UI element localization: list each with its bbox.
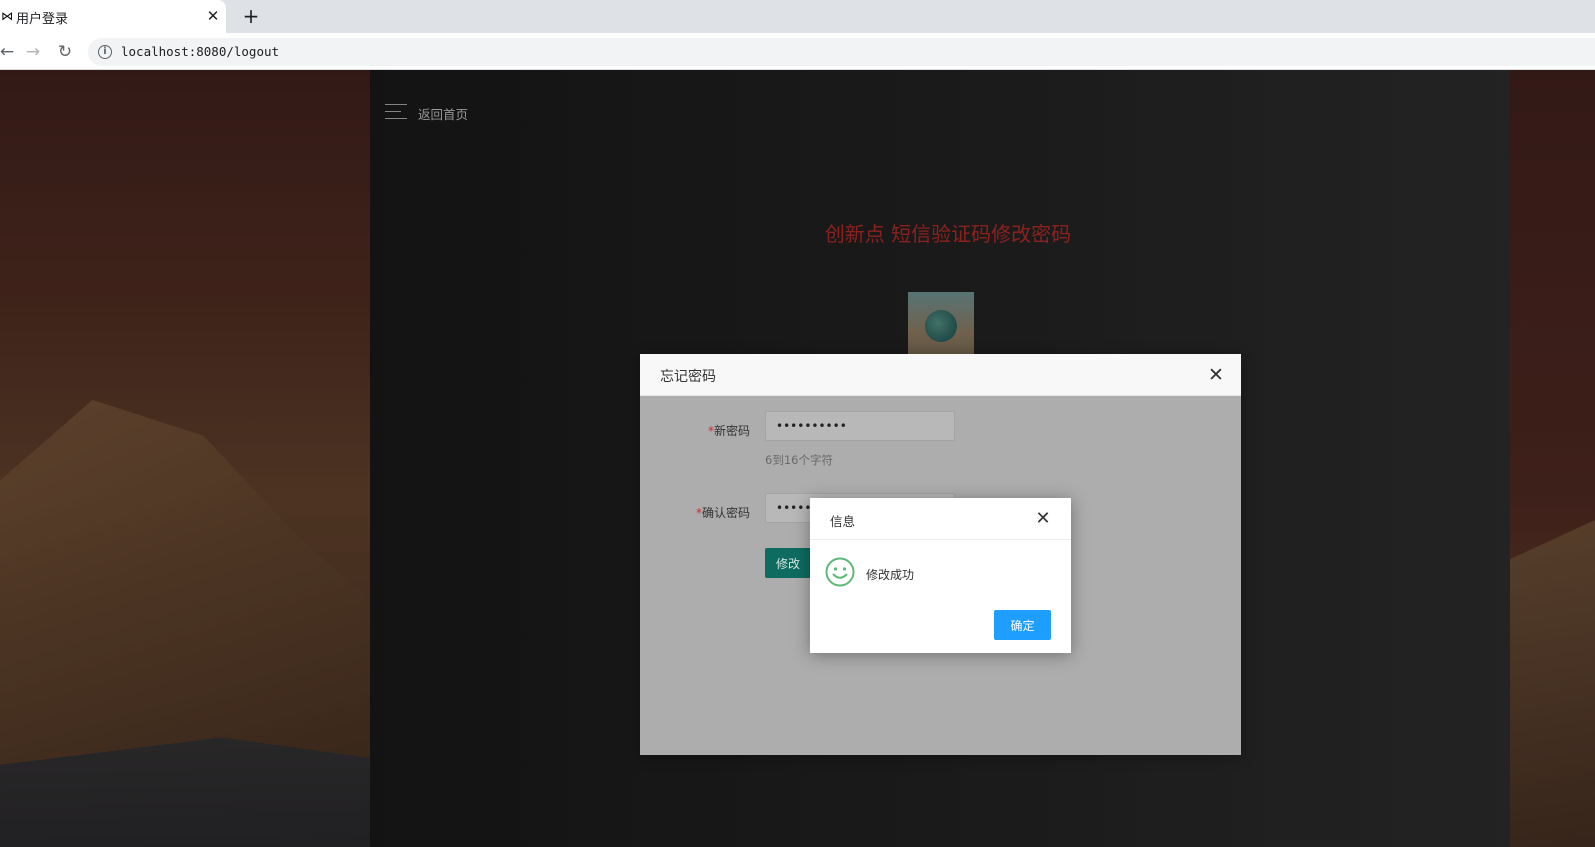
confirm-password-label: *确认密码 — [640, 504, 750, 521]
url-text[interactable]: localhost:8080/logout — [121, 44, 279, 59]
dialog-title: 忘记密码 — [660, 369, 716, 385]
forward-icon[interactable]: → — [22, 41, 44, 63]
browser-tab[interactable]: ⋈ 用户登录 ✕ — [0, 0, 226, 33]
browser-tab-bar: ⋈ 用户登录 ✕ + — [0, 0, 1595, 33]
tab-close-icon[interactable]: ✕ — [204, 7, 222, 25]
close-icon[interactable]: ✕ — [1205, 364, 1227, 386]
smile-icon — [825, 557, 855, 587]
confirm-password-label-text: 确认密码 — [701, 506, 750, 520]
modify-button[interactable]: 修改 — [765, 548, 811, 578]
new-password-field[interactable] — [765, 411, 955, 441]
info-icon[interactable]: i — [98, 45, 112, 59]
favicon-icon: ⋈ — [1, 9, 13, 23]
url-bar[interactable]: i localhost:8080/logout — [88, 38, 1595, 66]
browser-address-bar: ← → ↻ i localhost:8080/logout — [0, 33, 1595, 70]
password-length-hint: 6到16个字符 — [765, 453, 833, 467]
dialog-header: 忘记密码 ✕ — [640, 354, 1241, 396]
alert-close-icon[interactable]: ✕ — [1032, 508, 1054, 530]
new-tab-button[interactable]: + — [240, 5, 262, 27]
alert-message: 修改成功 — [866, 568, 915, 582]
info-alert: 信息 ✕ 修改成功 确定 — [810, 498, 1071, 653]
alert-title: 信息 — [830, 514, 856, 529]
new-password-label: *新密码 — [640, 422, 750, 439]
new-password-label-text: 新密码 — [713, 424, 750, 438]
tab-title: 用户登录 — [16, 12, 69, 27]
confirm-button[interactable]: 确定 — [994, 610, 1051, 640]
alert-header: 信息 ✕ — [810, 498, 1071, 540]
back-icon[interactable]: ← — [0, 41, 18, 63]
reload-icon[interactable]: ↻ — [54, 41, 76, 63]
